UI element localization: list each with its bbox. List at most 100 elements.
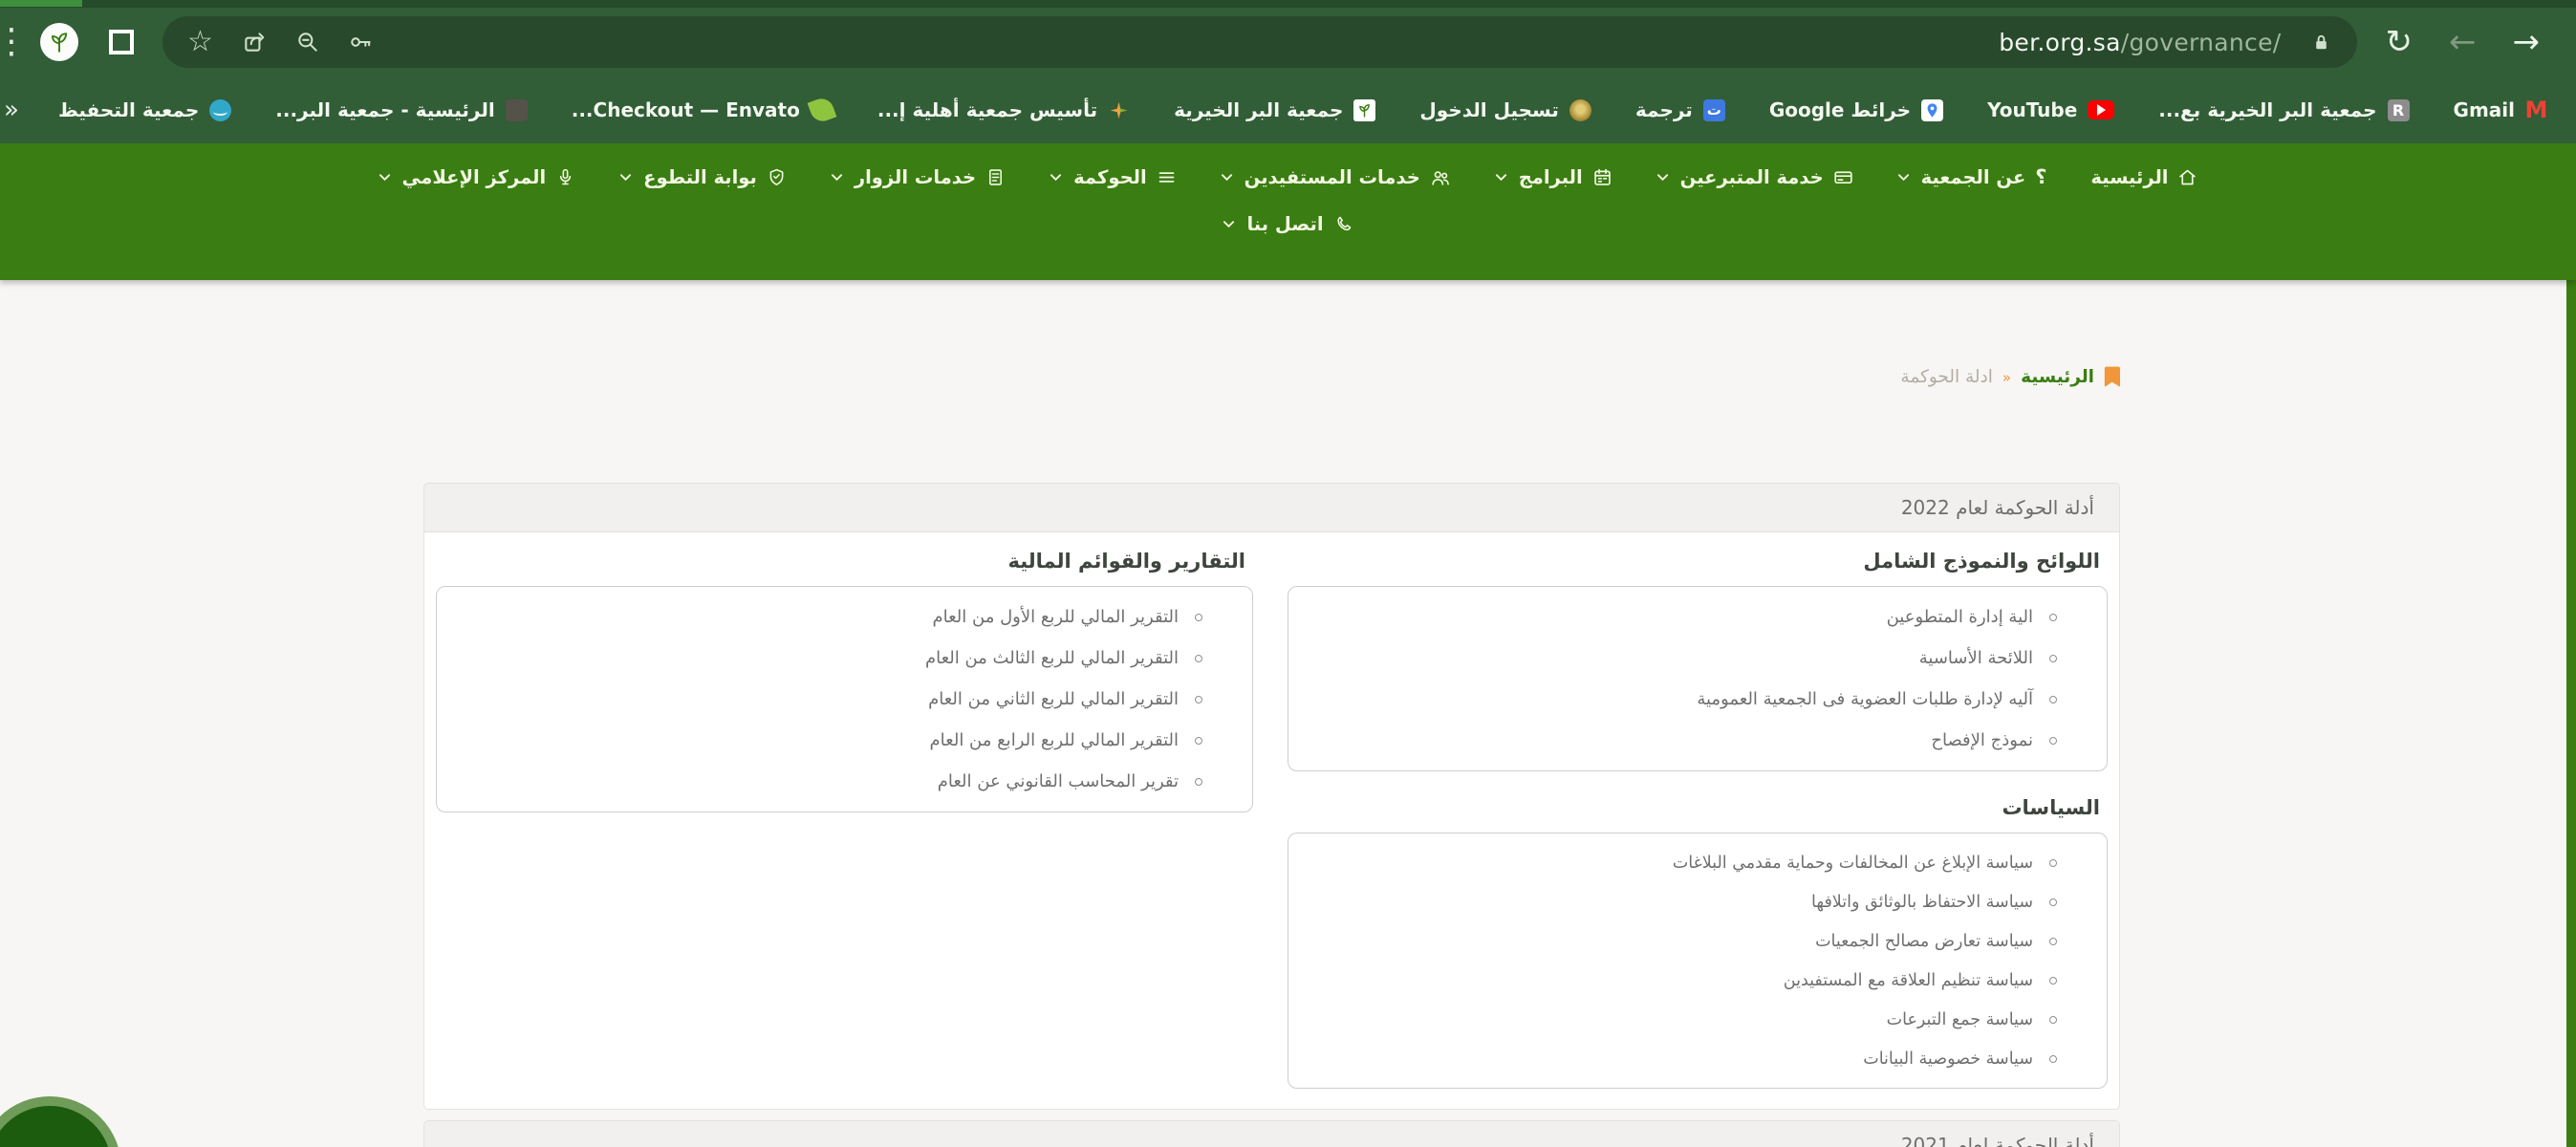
nav-label: البرامج <box>1519 166 1583 188</box>
browser-chrome: ⋮ ☆ <box>0 0 2576 143</box>
governance-doc-link[interactable]: تقرير المحاسب القانوني عن العام <box>456 761 1202 802</box>
address-bar[interactable]: ☆ b <box>162 16 2357 68</box>
circle-bullet-icon <box>2049 1055 2057 1063</box>
governance-doc-link[interactable]: التقرير المالي للربع الرابع من العام <box>456 720 1202 761</box>
navbar-row-1: الرئيسية ؟ عن الجمعية خدمة المتبرعين الب… <box>0 143 2576 188</box>
doc-link-label: آليه لإدارة طلبات العضوية فى الجمعية الع… <box>1697 689 2033 709</box>
governance-doc-link[interactable]: آليه لإدارة طلبات العضوية فى الجمعية الع… <box>1308 679 2057 720</box>
bookmark-youtube[interactable]: YouTube <box>1987 98 2114 121</box>
nav-item-contact[interactable]: اتصل بنا <box>1223 213 1353 235</box>
column-financial-reports: التقارير والقوائم المالية التقرير المالي… <box>436 536 1253 1089</box>
bookmarks-overflow-chevron[interactable]: « <box>4 96 19 124</box>
bookmark-charity-home[interactable]: الرئيسية - جمعية البر... <box>275 98 527 121</box>
doc-link-label: التقرير المالي للربع الأول من العام <box>932 607 1179 627</box>
card-icon <box>1833 167 1853 187</box>
zoom-out-icon[interactable] <box>295 30 320 54</box>
chevron-down-icon <box>1050 173 1062 182</box>
page-scrollbar[interactable] <box>2566 280 2576 1147</box>
circle-bullet-icon <box>2049 859 2057 867</box>
nav-label: خدمة المتبرعين <box>1680 166 1824 188</box>
browser-menu-icon[interactable]: ⋮ <box>0 25 19 59</box>
extension-square-icon[interactable] <box>109 30 134 54</box>
reload-icon[interactable]: ↻ <box>2386 26 2414 58</box>
governance-doc-link[interactable]: اللائحة الأساسية <box>1308 638 2057 679</box>
governance-doc-link[interactable]: التقرير المالي للربع الثاني من العام <box>456 679 1202 720</box>
nav-item-governance[interactable]: الحوكمة <box>1050 166 1177 188</box>
url-text[interactable]: ber.org.sa/governance/ <box>1999 29 2281 56</box>
share-icon[interactable] <box>242 30 267 54</box>
envato-leaf-icon <box>807 96 836 125</box>
spark-icon <box>1108 99 1130 121</box>
bookmark-gmail[interactable]: M Gmail <box>2454 98 2547 121</box>
breadcrumb-home-link[interactable]: الرئيسية <box>2021 367 2094 387</box>
users-icon <box>1430 167 1451 188</box>
governance-doc-link[interactable]: سياسة خصوصية البيانات <box>1308 1039 2057 1078</box>
bookmark-charity-r[interactable]: R جمعية البر الخيرية بع... <box>2158 98 2409 121</box>
nav-label: عن الجمعية <box>1921 166 2026 188</box>
site-navbar: الرئيسية ؟ عن الجمعية خدمة المتبرعين الب… <box>0 143 2576 280</box>
chevron-down-icon <box>1656 173 1669 182</box>
bookmark-label: خرائط Google <box>1769 98 1911 121</box>
calendar-icon <box>1592 167 1613 187</box>
governance-doc-link[interactable]: سياسة جمع التبرعات <box>1308 1000 2057 1039</box>
governance-doc-link[interactable]: التقرير المالي للربع الثالث من العام <box>456 638 1202 679</box>
circle-bullet-icon <box>2049 977 2057 985</box>
governance-doc-link[interactable]: سياسة الإبلاغ عن المخالفات وحماية مقدمي … <box>1308 843 2057 882</box>
bookmark-envato-checkout[interactable]: Checkout — Envato... <box>572 98 833 121</box>
accordion-header-2022[interactable]: أدلة الحوكمة لعام 2022 <box>423 483 2120 532</box>
doc-link-label: اللائحة الأساسية <box>1919 648 2033 668</box>
governance-doc-link[interactable]: سياسة الاحتفاظ بالوثائق واتلافها <box>1308 882 2057 921</box>
governance-doc-link[interactable]: الية إدارة المتطوعين <box>1308 596 2057 638</box>
nav-label: الرئيسية <box>2090 166 2168 188</box>
bookmark-establish-charity[interactable]: تأسيس جمعية أهلية إ... <box>877 98 1130 121</box>
reports-box: التقرير المالي للربع الأول من العام التق… <box>436 586 1253 812</box>
nav-item-beneficiary-services[interactable]: خدمات المستفيدين <box>1221 166 1451 188</box>
back-arrow-icon[interactable]: → <box>2513 26 2541 58</box>
circle-bullet-icon <box>2049 737 2057 745</box>
nav-label: خدمات الزوار <box>855 166 976 188</box>
key-icon[interactable] <box>349 30 374 54</box>
google-maps-icon <box>1921 99 1943 121</box>
nav-item-about[interactable]: ؟ عن الجمعية <box>1897 166 2047 188</box>
nav-item-home[interactable]: الرئيسية <box>2090 166 2197 188</box>
phone-icon <box>1333 214 1353 234</box>
bookmark-tahfeez[interactable]: جمعية التحفيظ <box>58 98 231 121</box>
nav-item-media-center[interactable]: المركز الإعلامي <box>379 166 576 188</box>
question-icon: ؟ <box>2035 167 2046 187</box>
bookmark-star-icon[interactable]: ☆ <box>187 28 213 56</box>
breadcrumb: الرئيسية « ادلة الحوكمة <box>1900 366 2120 387</box>
browser-nav-buttons: ↻ ← → <box>2386 26 2541 58</box>
doc-link-label: الية إدارة المتطوعين <box>1887 607 2033 627</box>
bookmark-translate[interactable]: ت ترجمة <box>1635 98 1725 121</box>
lock-icon[interactable] <box>2310 32 2332 54</box>
nav-item-visitor-services[interactable]: خدمات الزوار <box>831 166 1006 188</box>
bookmark-charity-site[interactable]: جمعية البر الخيرية <box>1174 98 1375 121</box>
governance-doc-link[interactable]: سياسة تنظيم العلاقة مع المستفيدين <box>1308 961 2057 1000</box>
nav-item-volunteer-portal[interactable]: بوابة التطوع <box>619 166 787 188</box>
nav-label: الحوكمة <box>1073 166 1147 188</box>
bookmark-google-maps[interactable]: خرائط Google <box>1769 98 1943 121</box>
url-host: ber.org.sa <box>1999 29 2120 56</box>
nav-item-programs[interactable]: البرامج <box>1495 166 1613 188</box>
circle-bullet-icon <box>2049 655 2057 662</box>
governance-doc-link[interactable]: نموذج الإفصاح <box>1308 720 2057 761</box>
accordion-header-2021[interactable]: أدلة الحوكمة لعام 2021 <box>423 1120 2120 1147</box>
doc-link-label: سياسة جمع التبرعات <box>1887 1010 2033 1029</box>
youtube-icon <box>2088 100 2114 119</box>
bookmark-label: تأسيس جمعية أهلية إ... <box>877 98 1097 121</box>
doc-link-label: نموذج الإفصاح <box>1931 730 2033 750</box>
bookmark-login[interactable]: تسجيل الدخول <box>1419 98 1591 121</box>
nav-item-donor-services[interactable]: خدمة المتبرعين <box>1656 166 1853 188</box>
chevron-down-icon <box>619 173 632 182</box>
circle-bullet-icon <box>1195 655 1202 662</box>
bookmark-label: Checkout — Envato... <box>572 98 800 121</box>
bookmark-label: الرئيسية - جمعية البر... <box>275 98 494 121</box>
forward-arrow-icon[interactable]: ← <box>2449 26 2477 58</box>
doc-link-label: التقرير المالي للربع الثالث من العام <box>925 648 1179 668</box>
governance-doc-link[interactable]: سياسة تعارض مصالح الجمعيات <box>1308 921 2057 961</box>
nav-label: المركز الإعلامي <box>402 166 547 188</box>
circle-bullet-icon <box>1195 778 1202 786</box>
circle-bullet-icon <box>2049 614 2057 621</box>
shield-icon <box>767 167 787 187</box>
governance-doc-link[interactable]: التقرير المالي للربع الأول من العام <box>456 596 1202 638</box>
